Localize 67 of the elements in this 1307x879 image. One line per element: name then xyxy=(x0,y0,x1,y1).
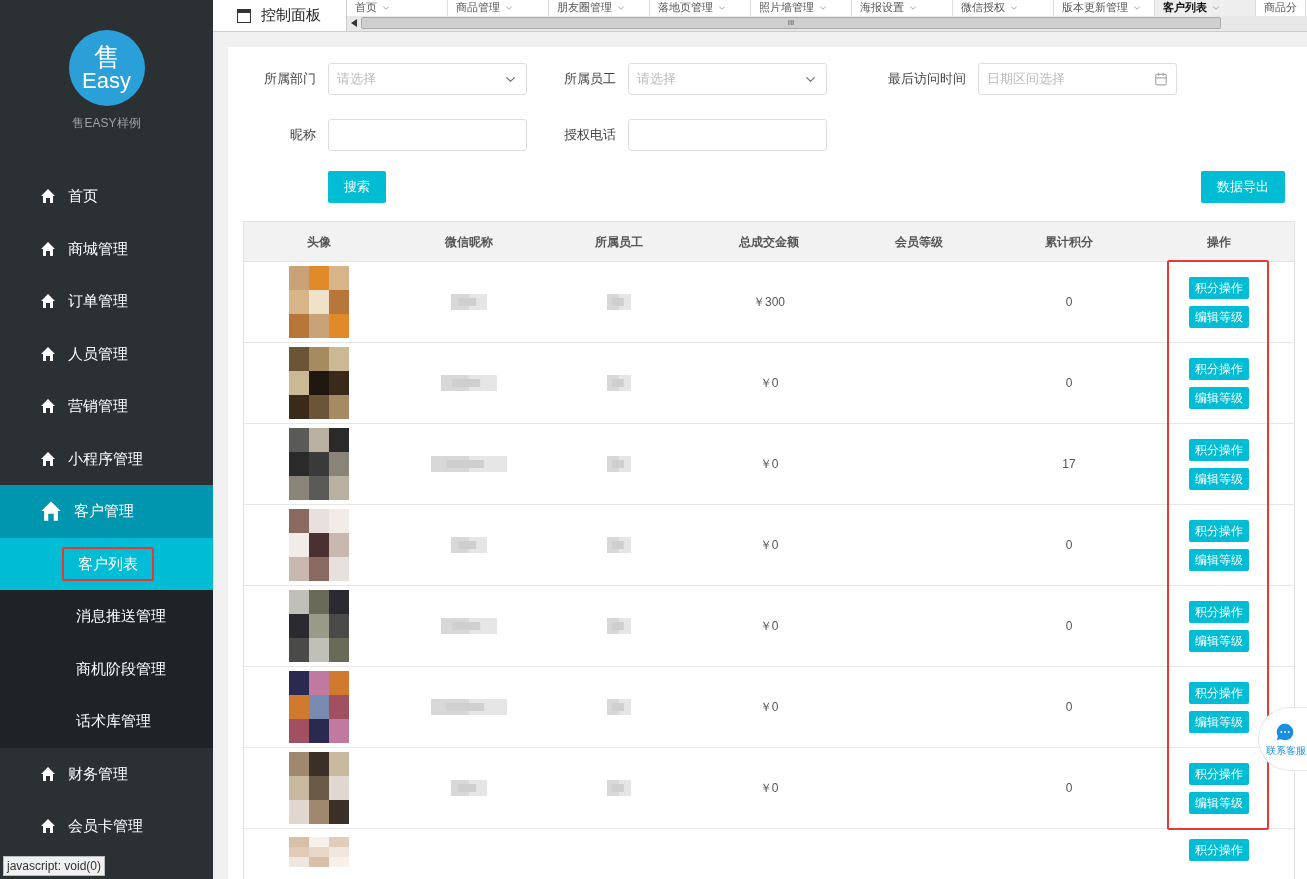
panel-icon xyxy=(237,8,251,23)
home-icon xyxy=(40,240,56,257)
input-field[interactable] xyxy=(328,119,527,151)
tab[interactable]: 照片墙管理 xyxy=(751,0,852,16)
table-cell-text: 0 xyxy=(1064,780,1074,797)
sidebar-item[interactable]: 客户管理 xyxy=(0,485,213,538)
tab[interactable]: 客户列表 xyxy=(1155,0,1256,16)
tab[interactable]: 落地页管理 xyxy=(650,0,751,16)
column-header: 所属员工 xyxy=(594,233,644,251)
table-cell-text: ￥0 xyxy=(758,456,780,473)
filter-label: 授权电话 xyxy=(564,126,616,145)
filter-label: 所属员工 xyxy=(564,70,616,89)
filter-label: 所属部门 xyxy=(264,70,316,89)
brand-name: 售EASY样例 xyxy=(72,115,141,132)
table-cell-text: ￥300 xyxy=(752,294,786,311)
home-icon xyxy=(40,398,56,415)
sidebar-item[interactable]: 人员管理 xyxy=(0,327,213,380)
table-cell-text: 0 xyxy=(1064,537,1074,554)
tab[interactable]: 商品管理 xyxy=(448,0,549,16)
filter-label: 最后访问时间 xyxy=(888,70,966,89)
filter-label: 昵称 xyxy=(290,126,316,145)
column-header: 操作 xyxy=(1206,233,1232,251)
logo: 售 Easy xyxy=(68,30,145,106)
status-bar: javascript: void(0) xyxy=(3,856,106,876)
scrollbar[interactable]: III xyxy=(347,15,1307,31)
home-icon xyxy=(40,293,56,310)
sidebar-item[interactable]: 首页 xyxy=(0,170,213,223)
column-header: 累计积分 xyxy=(1044,233,1094,251)
table-cell-text: 0 xyxy=(1064,699,1074,716)
sidebar-item[interactable]: 会员卡管理 xyxy=(0,800,213,853)
submenu-item[interactable]: 话术库管理 xyxy=(62,706,165,737)
panel-title: 控制面板 xyxy=(261,5,321,26)
input-field[interactable] xyxy=(628,119,827,151)
column-header: 总成交金额 xyxy=(737,233,800,251)
column-header: 头像 xyxy=(306,233,332,251)
table-cell-text: 17 xyxy=(1061,456,1077,473)
tab[interactable]: 海报设置 xyxy=(852,0,953,16)
submenu-item[interactable]: 消息推送管理 xyxy=(62,601,180,632)
table-cell-text: ￥0 xyxy=(758,375,780,392)
home-icon xyxy=(40,765,56,782)
calendar-icon xyxy=(1154,72,1168,86)
column-header: 会员等级 xyxy=(894,233,944,251)
submenu-item[interactable]: 商机阶段管理 xyxy=(62,653,180,684)
chat-icon xyxy=(1274,720,1296,743)
table-cell-text: 0 xyxy=(1064,294,1074,311)
scroll-left-icon[interactable] xyxy=(351,19,357,28)
scroll-thumb[interactable]: III xyxy=(361,17,1221,30)
sidebar-item[interactable]: 小程序管理 xyxy=(0,432,213,485)
home-icon xyxy=(40,500,62,523)
column-header: 微信昵称 xyxy=(444,233,494,251)
home-icon xyxy=(40,450,56,467)
table-cell-text: ￥0 xyxy=(758,699,780,716)
home-icon xyxy=(40,818,56,835)
tab[interactable]: 首页 xyxy=(347,0,448,16)
home-icon xyxy=(40,345,56,362)
table-cell-text: 0 xyxy=(1064,375,1074,392)
table-cell-text: 0 xyxy=(1064,618,1074,635)
sidebar-item[interactable]: 财务管理 xyxy=(0,747,213,800)
home-icon xyxy=(40,188,56,205)
table-cell-text: ￥0 xyxy=(758,618,780,635)
tab[interactable]: 朋友圈管理 xyxy=(549,0,650,16)
table-cell-text: ￥0 xyxy=(758,537,780,554)
tab[interactable]: 微信授权 xyxy=(953,0,1054,16)
sidebar-item[interactable]: 营销管理 xyxy=(0,380,213,433)
table-cell-text: ￥0 xyxy=(758,780,780,797)
sidebar-item[interactable]: 订单管理 xyxy=(0,275,213,328)
sidebar-item[interactable]: 商城管理 xyxy=(0,222,213,275)
